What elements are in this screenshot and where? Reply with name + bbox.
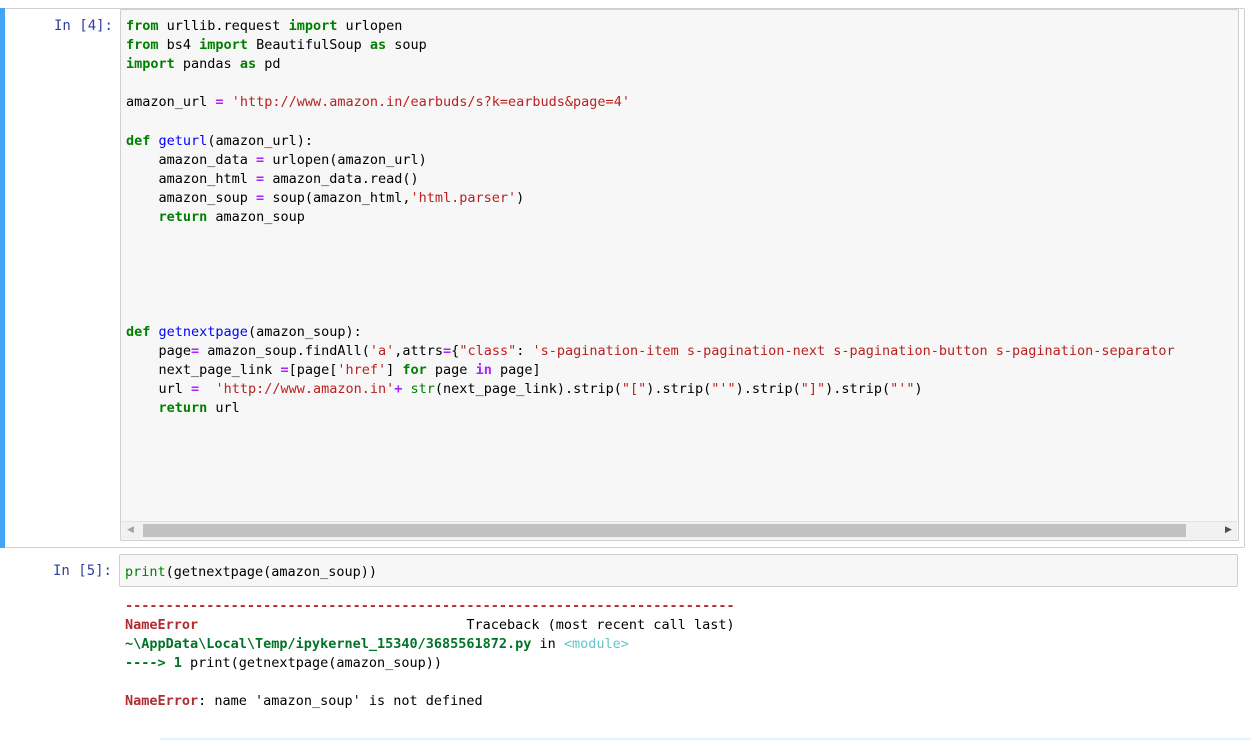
scrollbar-thumb[interactable] [143,524,1186,537]
notebook: In [4]: from urllib.request import urlop… [0,0,1251,740]
code-editor[interactable]: from urllib.request import urlopen from … [120,9,1239,541]
traceback-in: in [531,636,564,653]
input-prompt: In [4]: [53,18,113,34]
code-cell-selected[interactable]: In [4]: from urllib.request import urlop… [0,8,1245,548]
traceback-arrow: ----> 1 [125,655,191,672]
code-text[interactable]: print(getnextpage(amazon_soup)) [125,563,377,582]
error-name: NameError [125,617,199,634]
traceback-divider: ----------------------------------------… [125,598,735,614]
traceback-label: Traceback (most recent call last) [466,617,735,634]
horizontal-scrollbar[interactable]: ◀ ▶ [122,521,1237,539]
traceback-file-path: ~\AppData\Local\Temp/ipykernel_15340/368… [125,636,532,653]
traceback-code-line: print(getnextpage(amazon_soup)) [190,655,442,672]
scroll-right-icon[interactable]: ▶ [1220,522,1237,539]
code-cell[interactable]: In [5]: print(getnextpage(amazon_soup)) … [0,552,1245,732]
code-text[interactable]: from urllib.request import urlopen from … [126,17,1175,418]
input-prompt: In [5]: [52,563,112,579]
error-type: NameError [125,693,199,710]
error-message: : name 'amazon_soup' is not defined [198,693,483,710]
code-editor[interactable]: print(getnextpage(amazon_soup)) [119,554,1238,587]
cell-output-traceback: ----------------------------------------… [125,597,735,712]
traceback-module: <module> [563,636,629,653]
scroll-left-icon[interactable]: ◀ [122,522,139,539]
